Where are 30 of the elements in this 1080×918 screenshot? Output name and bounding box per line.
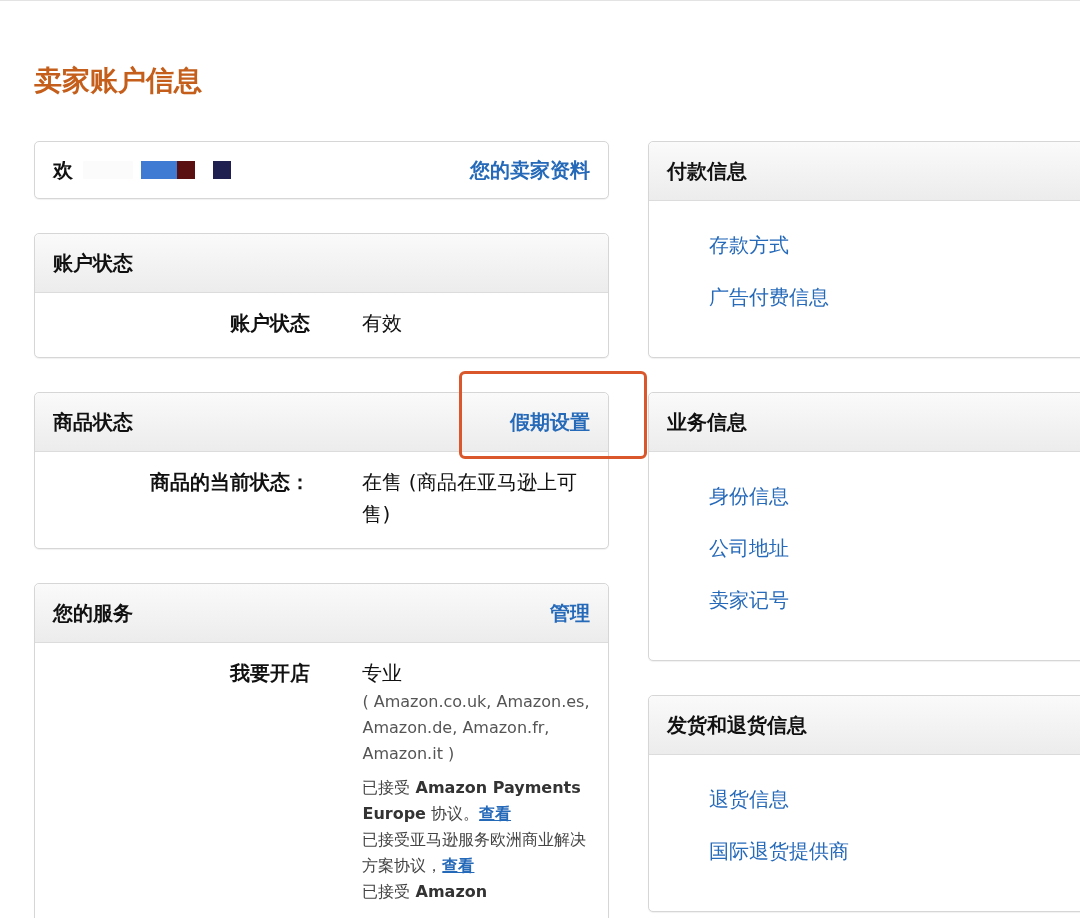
view-link[interactable]: 查看 (479, 804, 512, 823)
field-label: 我要开店 (228, 660, 311, 687)
card-title: 发货和退货信息 (667, 711, 807, 739)
card-action-link[interactable]: 管理 (550, 599, 590, 627)
info-link[interactable]: 存款方式 (709, 229, 789, 261)
field-label: 商品的当前状态： (149, 469, 311, 496)
card-title: 账户状态 (53, 249, 133, 277)
agreement-text: 已接受 Amazon (362, 881, 489, 903)
info-link[interactable]: 卖家记号 (709, 584, 789, 616)
field-value: 专业 (362, 660, 404, 687)
field-value: 有效 (362, 310, 404, 337)
info-link[interactable]: 身份信息 (709, 480, 789, 512)
agreement-text: 已接受 Amazon Payments Europe 协议。查看 (362, 777, 582, 825)
page-title: 卖家账户信息 (34, 63, 203, 99)
card-title: 付款信息 (667, 157, 747, 185)
card-title: 业务信息 (667, 408, 747, 436)
agreement-text: 已接受亚马逊服务欧洲商业解决方案协议，查看 (362, 829, 588, 877)
field-label: 账户状态 (229, 310, 311, 337)
view-link[interactable]: 查看 (442, 856, 475, 875)
card-title: 商品状态 (53, 408, 133, 436)
info-link[interactable]: 广告付费信息 (709, 281, 829, 313)
welcome-text: 欢 (53, 156, 73, 184)
info-link[interactable]: 公司地址 (709, 532, 789, 564)
seller-profile-link[interactable]: 您的卖家资料 (470, 156, 590, 184)
field-value: 在售 (商品在亚马逊上可售) (362, 469, 578, 528)
info-link[interactable]: 国际退货提供商 (709, 835, 849, 867)
card-title: 您的服务 (53, 599, 133, 627)
card-action-link[interactable]: 假期设置 (510, 408, 590, 436)
info-link[interactable]: 退货信息 (709, 783, 789, 815)
marketplaces-note: ( Amazon.co.uk, Amazon.es, Amazon.de, Amazon.fr, Amazon.it ) (362, 691, 590, 765)
